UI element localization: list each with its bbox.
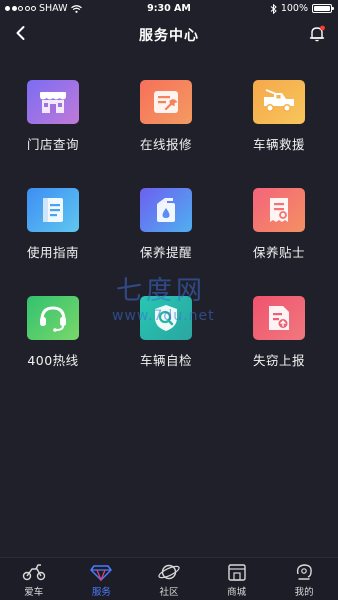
service-tile: [27, 80, 79, 124]
service-maintenance-tips[interactable]: 保养贴士: [223, 188, 336, 296]
service-label: 400热线: [27, 353, 79, 368]
service-hotline[interactable]: 400热线: [0, 296, 110, 404]
notification-button[interactable]: [306, 22, 328, 44]
service-theft-report[interactable]: 失窃上报: [223, 296, 336, 404]
tab-label: 我的: [294, 587, 314, 598]
service-label: 使用指南: [26, 245, 79, 260]
status-bar: SHAW 9:30 AM 100%: [0, 0, 338, 18]
service-label: 车辆救援: [252, 137, 305, 152]
service-online-repair[interactable]: 在线报修: [110, 80, 223, 188]
service-tile: [253, 296, 305, 340]
service-maintenance-reminder[interactable]: 保养提醒: [110, 188, 223, 296]
tab-mall[interactable]: 商城: [203, 558, 271, 600]
tab-service[interactable]: 服务: [68, 558, 136, 600]
tab-community[interactable]: 社区: [135, 558, 203, 600]
tab-my-car[interactable]: 爱车: [0, 558, 68, 600]
service-label: 保养提醒: [139, 245, 192, 260]
tab-label: 爱车: [24, 587, 44, 598]
service-tile: [140, 80, 192, 124]
service-label: 车辆自检: [139, 353, 192, 368]
service-user-guide[interactable]: 使用指南: [0, 188, 110, 296]
tab-label: 社区: [159, 587, 179, 598]
service-tile: [27, 296, 79, 340]
service-label: 门店查询: [26, 137, 79, 152]
service-roadside-rescue[interactable]: 车辆救援: [223, 80, 336, 188]
planet-icon: [158, 564, 180, 580]
status-right: 100%: [270, 3, 334, 14]
headset-icon: [40, 306, 66, 332]
service-tile: [27, 188, 79, 232]
tow-truck-icon: [264, 89, 294, 112]
service-store-lookup[interactable]: 门店查询: [0, 80, 110, 188]
service-label: 保养贴士: [252, 245, 305, 260]
profile-icon: [297, 564, 312, 580]
bluetooth-icon: [270, 3, 277, 14]
battery-icon: [312, 4, 334, 13]
tab-profile[interactable]: 我的: [270, 558, 338, 600]
page-title: 服务中心: [139, 28, 199, 44]
shield-search-icon: [155, 305, 177, 331]
tab-bar: 爱车 服务 社区 商城 我的: [0, 557, 338, 600]
store-icon: [40, 92, 66, 113]
battery-percent: 100%: [280, 3, 308, 14]
oil-can-icon: [157, 198, 175, 222]
service-tile: [253, 188, 305, 232]
service-label: 在线报修: [139, 137, 192, 152]
service-self-check[interactable]: 车辆自检: [110, 296, 223, 404]
service-grid: 门店查询 在线报修 车辆救援 使用指南 保养提醒 保养贴士 400热线 车辆自检…: [0, 80, 335, 404]
notification-dot: [320, 25, 325, 31]
report-upload-icon: [269, 306, 289, 330]
service-tile: [253, 80, 305, 124]
diamond-icon: [90, 565, 113, 582]
tab-label: 商城: [227, 587, 247, 598]
repair-icon: [154, 91, 178, 113]
service-tile: [140, 296, 192, 340]
service-label: 失窃上报: [252, 353, 305, 368]
nav-bar: 服务中心: [0, 18, 338, 48]
scooter-icon: [22, 564, 45, 581]
shop-icon: [227, 564, 246, 581]
tab-label: 服务: [91, 587, 111, 598]
service-tile: [140, 188, 192, 232]
guide-icon: [43, 198, 63, 222]
receipt-icon: [270, 198, 288, 222]
bell-icon: [309, 25, 325, 42]
